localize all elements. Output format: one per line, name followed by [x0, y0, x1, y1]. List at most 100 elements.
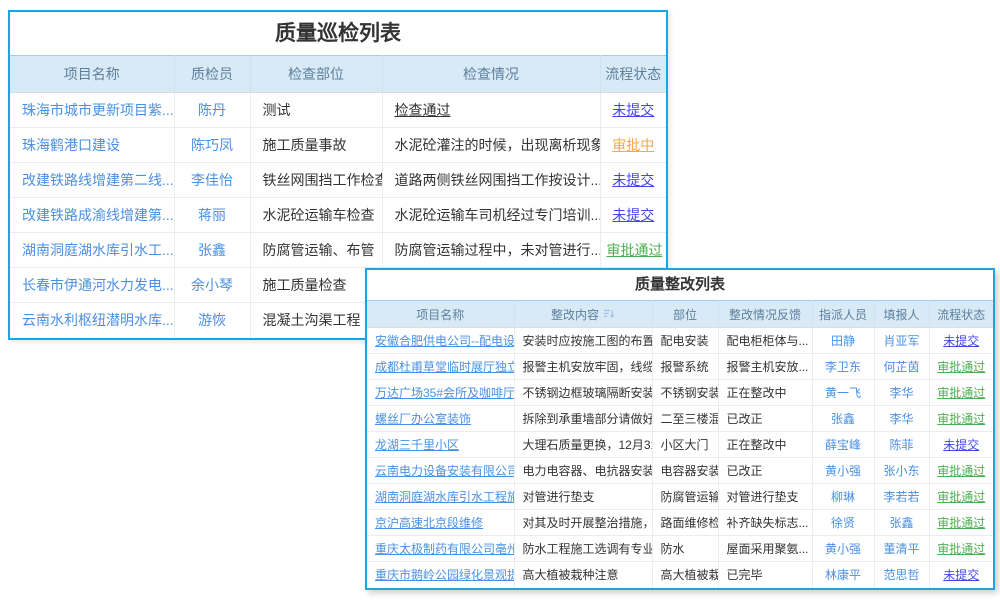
- status-badge[interactable]: 审批中: [600, 128, 666, 163]
- person-name-cell[interactable]: 张鑫: [812, 406, 874, 432]
- text-cell: 屋面采用聚氨...: [718, 536, 812, 562]
- table-row: 云南电力设备安装有限公司20...电力电容器、电抗器安装方案...电容器安装..…: [367, 458, 993, 484]
- project-name-cell[interactable]: 湖南洞庭湖水库引水工...: [10, 233, 174, 268]
- column-header-label: 检查部位: [288, 66, 344, 82]
- status-badge[interactable]: 审批通过: [929, 536, 993, 562]
- status-badge[interactable]: 未提交: [929, 432, 993, 458]
- person-name-cell[interactable]: 黄一飞: [812, 380, 874, 406]
- person-name-cell[interactable]: 李华: [874, 380, 929, 406]
- project-name-link[interactable]: 龙湖三千里小区: [367, 432, 514, 458]
- person-name-cell[interactable]: 李卫东: [812, 354, 874, 380]
- text-cell: 电容器安装...: [652, 458, 718, 484]
- person-name-cell[interactable]: 李华: [874, 406, 929, 432]
- person-name-cell[interactable]: 黄小强: [812, 458, 874, 484]
- person-name-cell[interactable]: 薛宝峰: [812, 432, 874, 458]
- text-cell: 防水: [652, 536, 718, 562]
- status-badge[interactable]: 审批通过: [929, 458, 993, 484]
- column-header-label: 整改内容: [551, 308, 599, 322]
- status-badge[interactable]: 审批通过: [929, 406, 993, 432]
- project-name-link[interactable]: 万达广场35#会所及咖啡厅空...: [367, 380, 514, 406]
- person-name-cell[interactable]: 肖亚军: [874, 328, 929, 354]
- sort-amount-icon[interactable]: [603, 308, 615, 320]
- person-name-cell[interactable]: 余小琴: [174, 268, 250, 303]
- status-badge[interactable]: 未提交: [600, 198, 666, 233]
- person-name-cell[interactable]: 黄小强: [812, 536, 874, 562]
- project-name-link[interactable]: 湖南洞庭湖水库引水工程施工I标: [367, 484, 514, 510]
- column-header-1[interactable]: 整改内容: [514, 301, 652, 328]
- person-name-cell[interactable]: 陈菲: [874, 432, 929, 458]
- person-name-cell[interactable]: 李佳怡: [174, 163, 250, 198]
- table-row: 改建铁路成渝线增建第...蒋丽水泥砼运输车检查水泥砼运输车司机经过专门培训...…: [10, 198, 666, 233]
- status-badge[interactable]: 审批通过: [600, 233, 666, 268]
- text-cell: 大理石质量更换，12月31日之...: [514, 432, 652, 458]
- text-cell: 对管进行垫支: [514, 484, 652, 510]
- column-header-6[interactable]: 流程状态: [929, 301, 993, 328]
- project-name-link[interactable]: 安徽合肥供电公司--配电设备...: [367, 328, 514, 354]
- table-row: 珠海市城市更新项目紫...陈丹测试检查通过未提交: [10, 93, 666, 128]
- text-cell: 报警系统: [652, 354, 718, 380]
- status-badge[interactable]: 审批通过: [929, 510, 993, 536]
- column-header-5[interactable]: 填报人: [874, 301, 929, 328]
- column-header-0[interactable]: 项目名称: [367, 301, 514, 328]
- text-cell: 二至三楼混...: [652, 406, 718, 432]
- status-badge[interactable]: 审批通过: [929, 484, 993, 510]
- person-name-cell[interactable]: 张鑫: [174, 233, 250, 268]
- column-header-label: 指派人员: [819, 308, 867, 322]
- column-header-3[interactable]: 整改情况反馈: [718, 301, 812, 328]
- person-name-cell[interactable]: 李若若: [874, 484, 929, 510]
- person-name-cell[interactable]: 范思哲: [874, 562, 929, 588]
- column-header-label: 填报人: [883, 308, 919, 322]
- project-name-link[interactable]: 重庆市鹅岭公园绿化景观提升...: [367, 562, 514, 588]
- person-name-cell[interactable]: 何芷茵: [874, 354, 929, 380]
- status-badge[interactable]: 审批通过: [929, 354, 993, 380]
- status-badge[interactable]: 未提交: [600, 163, 666, 198]
- status-badge[interactable]: 未提交: [600, 93, 666, 128]
- text-cell: 对其及时开展整治措施，桥头...: [514, 510, 652, 536]
- status-badge[interactable]: 审批通过: [929, 380, 993, 406]
- person-name-cell[interactable]: 陈巧凤: [174, 128, 250, 163]
- person-name-cell[interactable]: 林康平: [812, 562, 874, 588]
- project-name-cell[interactable]: 改建铁路线增建第二线...: [10, 163, 174, 198]
- status-badge[interactable]: 未提交: [929, 562, 993, 588]
- person-name-cell[interactable]: 张鑫: [874, 510, 929, 536]
- text-cell: 防水工程施工选调有专业资质...: [514, 536, 652, 562]
- text-cell: 已完毕: [718, 562, 812, 588]
- table-row: 湖南洞庭湖水库引水工程施工I标对管进行垫支防腐管运输...对管进行垫支柳琳李若若…: [367, 484, 993, 510]
- table-row: 改建铁路线增建第二线...李佳怡铁丝网围挡工作检查道路两侧铁丝网围挡工作按设计.…: [10, 163, 666, 198]
- person-name-cell[interactable]: 蒋丽: [174, 198, 250, 233]
- project-name-link[interactable]: 京沪高速北京段维修: [367, 510, 514, 536]
- column-header-2: 检查部位: [250, 56, 382, 93]
- project-name-link[interactable]: 螺丝厂办公室装饰: [367, 406, 514, 432]
- person-name-cell[interactable]: 陈丹: [174, 93, 250, 128]
- project-name-cell[interactable]: 改建铁路成渝线增建第...: [10, 198, 174, 233]
- table-row: 螺丝厂办公室装饰拆除到承重墙部分请做好加固...二至三楼混...已改正张鑫李华审…: [367, 406, 993, 432]
- text-cell: 配电柜柜体与...: [718, 328, 812, 354]
- project-name-link[interactable]: 云南电力设备安装有限公司20...: [367, 458, 514, 484]
- person-name-cell[interactable]: 游恢: [174, 303, 250, 338]
- table-row: 湖南洞庭湖水库引水工...张鑫防腐管运输、布管防腐管运输过程中，未对管进行...…: [10, 233, 666, 268]
- text-cell: 施工质量检查: [250, 268, 382, 303]
- project-name-cell[interactable]: 珠海市城市更新项目紫...: [10, 93, 174, 128]
- project-name-cell[interactable]: 珠海鹤港口建设: [10, 128, 174, 163]
- person-name-cell[interactable]: 柳琳: [812, 484, 874, 510]
- text-cell: 水泥砼运输车检查: [250, 198, 382, 233]
- project-name-link[interactable]: 重庆太极制药有限公司亳州中...: [367, 536, 514, 562]
- text-cell: 对管进行垫支: [718, 484, 812, 510]
- column-header-2[interactable]: 部位: [652, 301, 718, 328]
- column-header-4[interactable]: 指派人员: [812, 301, 874, 328]
- text-cell: 拆除到承重墙部分请做好加固...: [514, 406, 652, 432]
- text-cell: 报警主机安放...: [718, 354, 812, 380]
- text-cell: 施工质量事故: [250, 128, 382, 163]
- project-name-link[interactable]: 成都杜甫草堂临时展厅独立展...: [367, 354, 514, 380]
- project-name-cell[interactable]: 长春市伊通河水力发电...: [10, 268, 174, 303]
- column-header-label: 项目名称: [416, 308, 464, 322]
- person-name-cell[interactable]: 田静: [812, 328, 874, 354]
- text-cell: 安装时应按施工图的布置，将...: [514, 328, 652, 354]
- quality-rectification-table: 项目名称 整改内容 部位整改情况反馈指派人员 填报人流程状态 安徽合肥供电公司--配电…: [367, 300, 993, 588]
- person-name-cell[interactable]: 徐贤: [812, 510, 874, 536]
- person-name-cell[interactable]: 张小东: [874, 458, 929, 484]
- quality-rectification-title: 质量整改列表: [367, 270, 993, 300]
- project-name-cell[interactable]: 云南水利枢纽潜明水库...: [10, 303, 174, 338]
- status-badge[interactable]: 未提交: [929, 328, 993, 354]
- person-name-cell[interactable]: 董清平: [874, 536, 929, 562]
